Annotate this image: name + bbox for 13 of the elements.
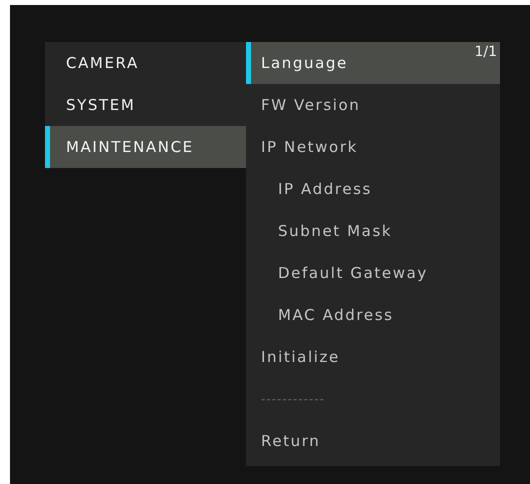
category-item[interactable]: SYSTEM (45, 84, 246, 126)
menu-item[interactable]: IP Address (246, 168, 500, 210)
menu-item[interactable]: Subnet Mask (246, 210, 500, 252)
separator-dashes: ------------ (261, 392, 325, 406)
category-item[interactable]: MAINTENANCE (45, 126, 246, 168)
menu-item[interactable]: FW Version (246, 84, 500, 126)
page-indicator: 1/1 (474, 44, 497, 60)
menu-item[interactable]: MAC Address (246, 294, 500, 336)
menu-item[interactable]: Initialize (246, 336, 500, 378)
menu-item[interactable]: IP Network (246, 126, 500, 168)
menu-item[interactable]: Return (246, 420, 500, 462)
menu-item[interactable]: Default Gateway (246, 252, 500, 294)
category-item[interactable]: CAMERA (45, 42, 246, 84)
